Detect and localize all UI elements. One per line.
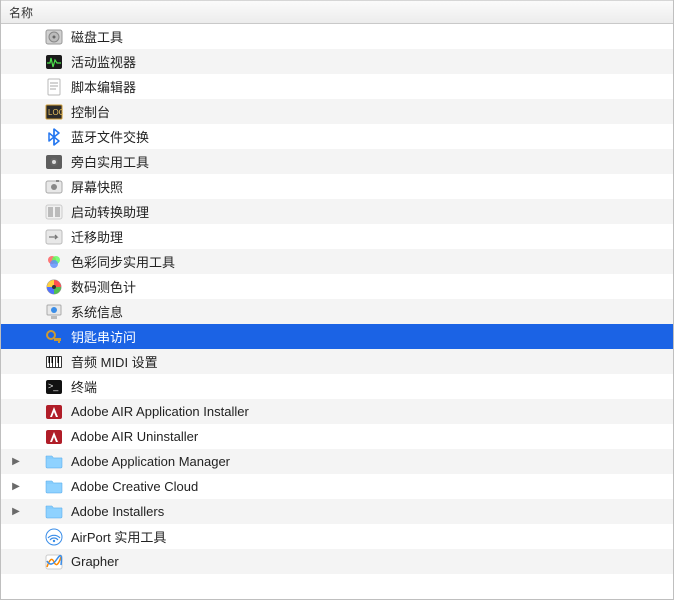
folder-icon [45,503,63,521]
item-label: 活动监视器 [71,52,136,71]
item-label: 迁移助理 [71,227,123,246]
disclosure-triangle-icon[interactable]: ▶ [9,456,23,467]
item-label: 系统信息 [71,302,123,321]
list-item[interactable]: 终端 [1,374,673,399]
item-label: 控制台 [71,102,110,121]
script-editor-icon [45,78,63,96]
file-list-window: 名称 磁盘工具活动监视器脚本编辑器控制台蓝牙文件交换旁白实用工具屏幕快照启动转换… [0,0,674,600]
console-icon [45,103,63,121]
disk-utility-icon [45,28,63,46]
item-label: 启动转换助理 [71,202,149,221]
file-list[interactable]: 磁盘工具活动监视器脚本编辑器控制台蓝牙文件交换旁白实用工具屏幕快照启动转换助理迁… [1,24,673,599]
list-item[interactable]: 系统信息 [1,299,673,324]
list-item[interactable]: ▶ Adobe Installers [1,499,673,524]
item-label: Adobe AIR Application Installer [71,404,249,419]
item-label: 旁白实用工具 [71,152,149,171]
screenshot-icon [45,178,63,196]
bluetooth-exchange-icon [45,128,63,146]
activity-monitor-icon [45,53,63,71]
column-header-name: 名称 [9,4,33,21]
list-item[interactable]: 启动转换助理 [1,199,673,224]
list-item[interactable]: 迁移助理 [1,224,673,249]
item-label: AirPort 实用工具 [71,527,166,546]
disclosure-triangle-icon[interactable]: ▶ [9,481,23,492]
item-label: 磁盘工具 [71,27,123,46]
list-item[interactable]: Grapher [1,549,673,574]
list-item[interactable]: Adobe AIR Uninstaller [1,424,673,449]
voiceover-utility-icon [45,153,63,171]
adobe-air-installer-icon [45,403,63,421]
list-item[interactable]: ▶ Adobe Application Manager [1,449,673,474]
item-label: 钥匙串访问 [71,327,136,346]
item-label: 脚本编辑器 [71,77,136,96]
item-label: Adobe Installers [71,504,164,519]
list-item[interactable]: Adobe AIR Application Installer [1,399,673,424]
bootcamp-icon [45,203,63,221]
audio-midi-icon [45,353,63,371]
list-item[interactable]: 音频 MIDI 设置 [1,349,673,374]
item-label: Adobe Application Manager [71,454,230,469]
item-label: 色彩同步实用工具 [71,252,175,271]
list-item[interactable]: 旁白实用工具 [1,149,673,174]
grapher-icon [45,553,63,571]
item-label: Adobe AIR Uninstaller [71,429,198,444]
item-label: Grapher [71,554,119,569]
item-label: 终端 [71,377,97,396]
keychain-icon [45,328,63,346]
terminal-icon [45,378,63,396]
item-label: 屏幕快照 [71,177,123,196]
column-header[interactable]: 名称 [1,0,673,24]
item-label: 蓝牙文件交换 [71,127,149,146]
list-item[interactable]: 蓝牙文件交换 [1,124,673,149]
list-item[interactable]: AirPort 实用工具 [1,524,673,549]
item-label: Adobe Creative Cloud [71,479,198,494]
list-item[interactable]: 控制台 [1,99,673,124]
disclosure-triangle-icon[interactable]: ▶ [9,506,23,517]
list-item[interactable]: ▶ Adobe Creative Cloud [1,474,673,499]
item-label: 数码测色计 [71,277,136,296]
item-label: 音频 MIDI 设置 [71,352,158,371]
list-item[interactable]: 屏幕快照 [1,174,673,199]
list-item[interactable]: 活动监视器 [1,49,673,74]
airport-utility-icon [45,528,63,546]
list-item[interactable]: 磁盘工具 [1,24,673,49]
list-item[interactable]: 色彩同步实用工具 [1,249,673,274]
list-item[interactable]: 数码测色计 [1,274,673,299]
colorsync-icon [45,253,63,271]
folder-icon [45,453,63,471]
systeminfo-icon [45,303,63,321]
colormeter-icon [45,278,63,296]
adobe-air-uninstaller-icon [45,428,63,446]
list-item[interactable]: 脚本编辑器 [1,74,673,99]
folder-icon [45,478,63,496]
list-item[interactable]: 钥匙串访问 [1,324,673,349]
migration-icon [45,228,63,246]
